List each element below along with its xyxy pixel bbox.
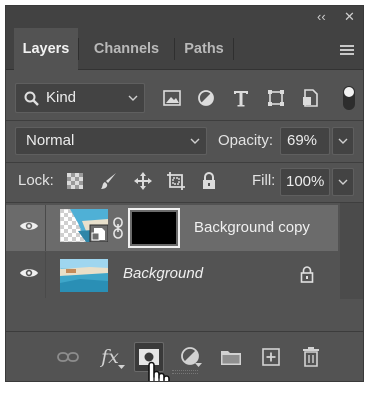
opacity-label: Opacity:: [218, 132, 274, 149]
lock-transparent-pixels-icon[interactable]: [62, 168, 88, 194]
tab-paths[interactable]: Paths: [175, 28, 233, 70]
layer-locked-icon[interactable]: [300, 266, 314, 288]
lock-image-pixels-icon[interactable]: [96, 168, 122, 194]
fill-input[interactable]: 100%: [280, 168, 330, 196]
blend-mode-value: Normal: [26, 132, 75, 149]
layer-name-label: Background copy: [194, 219, 310, 236]
layers-bottom-toolbar: fx: [6, 331, 363, 381]
visibility-eye-icon[interactable]: [19, 219, 39, 238]
layer-row-background-copy[interactable]: Background copy: [6, 205, 338, 251]
layer-mask-link-icon[interactable]: [112, 217, 124, 244]
tab-layers[interactable]: Layers: [14, 28, 78, 70]
background-layer-thumbnail: [59, 258, 109, 293]
layer-mask-thumbnail[interactable]: [128, 208, 180, 248]
hamburger-menu-icon[interactable]: [340, 45, 354, 57]
blend-mode-dropdown[interactable]: Normal: [15, 127, 207, 155]
lock-all-icon[interactable]: [196, 168, 222, 194]
lock-artboard-icon[interactable]: [163, 168, 189, 194]
layer-row-background[interactable]: Background: [6, 252, 338, 298]
link-layers-icon[interactable]: [53, 342, 83, 372]
collapse-panel-icon[interactable]: ‹‹: [317, 9, 326, 25]
new-group-folder-icon[interactable]: [216, 342, 246, 372]
adjustment-layer-filter-icon[interactable]: [193, 83, 219, 113]
new-layer-icon[interactable]: [256, 342, 286, 372]
smart-object-thumbnail: [59, 208, 109, 243]
panel-title-strip: ‹‹ ✕: [6, 6, 363, 28]
filter-icons-row: [6, 83, 363, 113]
filter-toggle-switch[interactable]: [343, 86, 355, 110]
panel-resize-grip[interactable]: [172, 370, 198, 374]
chevron-down-icon: [338, 179, 348, 185]
visibility-eye-icon[interactable]: [19, 266, 39, 285]
fill-dropdown-button[interactable]: [332, 168, 354, 196]
opacity-input[interactable]: 69%: [280, 127, 330, 155]
tab-channels[interactable]: Channels: [79, 28, 174, 70]
pixel-layer-filter-icon[interactable]: [159, 83, 185, 113]
layer-name-label: Background: [123, 265, 204, 282]
delete-layer-icon[interactable]: [296, 342, 326, 372]
smart-object-filter-icon[interactable]: [297, 83, 323, 113]
close-panel-icon[interactable]: ✕: [344, 9, 355, 25]
shape-layer-filter-icon[interactable]: [263, 83, 289, 113]
layers-scrollbar[interactable]: [340, 203, 363, 299]
layer-style-fx-icon[interactable]: fx: [95, 342, 125, 372]
hand-pointer-cursor-icon: [139, 360, 171, 381]
layers-panel: ‹‹ ✕ Layers Channels Paths Kind Normal O…: [5, 5, 364, 382]
opacity-dropdown-button[interactable]: [332, 127, 354, 155]
fill-label: Fill:: [252, 172, 276, 189]
type-layer-filter-icon[interactable]: [228, 83, 254, 113]
chevron-down-icon: [190, 128, 200, 163]
panel-tabs: Layers Channels Paths: [6, 28, 363, 70]
new-fill-adjustment-icon[interactable]: [176, 342, 206, 372]
chevron-down-icon: [338, 138, 348, 144]
lock-position-icon[interactable]: [130, 168, 156, 194]
